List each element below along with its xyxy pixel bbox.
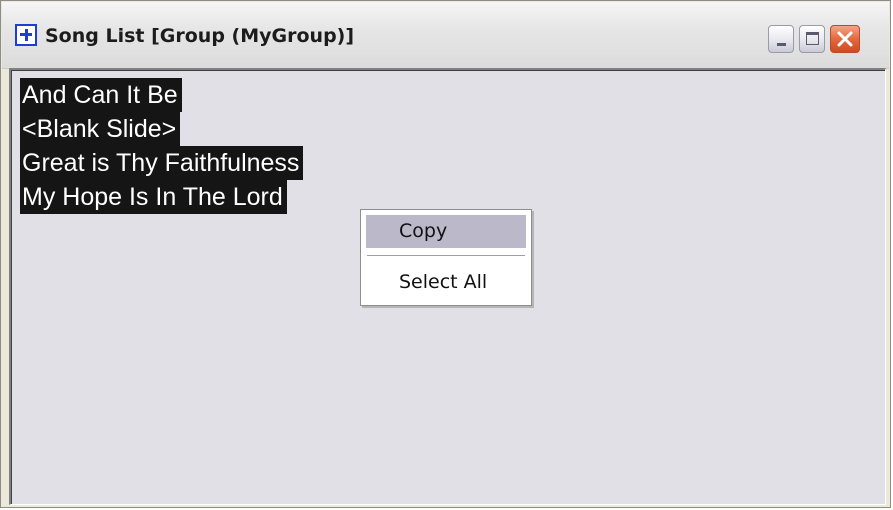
context-menu: Copy Select All xyxy=(360,209,532,306)
menu-item-select-all[interactable]: Select All xyxy=(366,266,526,299)
minimize-button[interactable] xyxy=(768,25,794,53)
plus-cross-icon[interactable] xyxy=(15,24,37,46)
song-item-blank-slide[interactable]: <Blank Slide> xyxy=(20,112,181,146)
menu-separator xyxy=(367,255,525,256)
minimize-icon xyxy=(777,43,786,46)
close-icon xyxy=(837,31,853,47)
song-item-my-hope-is-in-the-lord[interactable]: My Hope Is In The Lord xyxy=(20,180,287,214)
maximize-button[interactable] xyxy=(799,25,825,53)
window-title: Song List [Group (MyGroup)] xyxy=(45,25,355,47)
maximize-icon xyxy=(806,32,819,45)
song-list-window: Song List [Group (MyGroup)] And Can It B… xyxy=(0,0,891,508)
close-button[interactable] xyxy=(830,25,860,53)
menu-item-copy[interactable]: Copy xyxy=(366,215,526,248)
title-bar[interactable]: Song List [Group (MyGroup)] xyxy=(2,2,889,69)
song-item-and-can-it-be[interactable]: And Can It Be xyxy=(20,78,182,112)
song-item-great-is-thy-faithfulness[interactable]: Great is Thy Faithfulness xyxy=(20,146,304,180)
